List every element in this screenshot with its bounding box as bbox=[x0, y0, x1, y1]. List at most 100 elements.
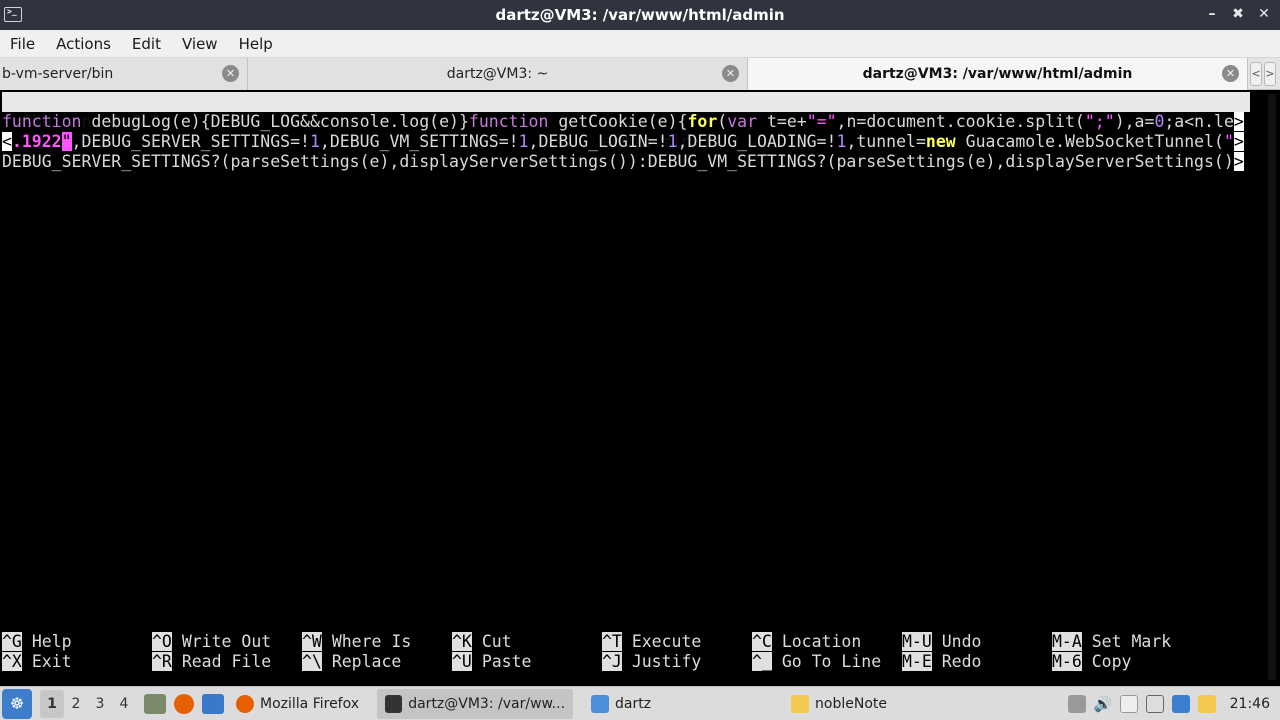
window-titlebar: >_ dartz@VM3: /var/www/html/admin – ✖ ✕ bbox=[0, 0, 1280, 30]
clipboard-icon[interactable] bbox=[1067, 694, 1086, 713]
menu-edit[interactable]: Edit bbox=[126, 35, 167, 53]
tab-home[interactable]: dartz@VM3: ~ ✕ bbox=[248, 58, 748, 90]
tab-close-icon[interactable]: ✕ bbox=[222, 65, 239, 82]
start-menu-icon[interactable]: ☸ bbox=[2, 688, 32, 719]
code-token: ,DEBUG_LOGIN=! bbox=[528, 132, 668, 151]
shortcut-set-mark[interactable]: M-A Set Mark bbox=[1052, 632, 1171, 652]
shortcut-write-out[interactable]: ^O Write Out bbox=[152, 632, 271, 652]
nano-shortcut-bar: ^G Help ^X Exit ^O Write Out ^R Read Fil… bbox=[0, 632, 1280, 676]
task-label: dartz@VM3: /var/ww... bbox=[408, 695, 566, 712]
code-token: "=" bbox=[806, 112, 837, 131]
shortcut-key: M-E bbox=[902, 652, 932, 671]
volume-icon[interactable]: 🔊 bbox=[1094, 695, 1113, 713]
shortcut-read-file[interactable]: ^R Read File bbox=[152, 652, 271, 672]
tab-server-bin[interactable]: b-vm-server/bin ✕ bbox=[0, 58, 248, 90]
desktop-launcher-icon[interactable] bbox=[202, 693, 224, 714]
menu-file[interactable]: File bbox=[4, 35, 41, 53]
shortcut-key: ^T bbox=[602, 632, 622, 651]
shortcut-execute[interactable]: ^T Execute bbox=[602, 632, 701, 652]
shortcut-copy[interactable]: M-6 Copy bbox=[1052, 652, 1132, 672]
shortcut-paste[interactable]: ^U Paste bbox=[452, 652, 531, 672]
firefox-launcher-icon[interactable] bbox=[174, 693, 194, 714]
tab-bar: b-vm-server/bin ✕ dartz@VM3: ~ ✕ dartz@V… bbox=[0, 58, 1280, 90]
firefox-icon bbox=[236, 694, 254, 713]
workspace-1[interactable]: 1 bbox=[40, 689, 64, 718]
shortcut-label: Execute bbox=[631, 632, 702, 651]
code-token: 1 bbox=[309, 132, 320, 151]
text-cursor: " bbox=[61, 132, 72, 151]
shortcut-label: Paste bbox=[481, 652, 532, 671]
code-token: t=e+ bbox=[757, 112, 807, 131]
code-token: for bbox=[687, 112, 718, 131]
menu-help[interactable]: Help bbox=[233, 35, 279, 53]
tab-close-icon[interactable]: ✕ bbox=[1222, 65, 1239, 82]
shortcut-key: ^_ bbox=[752, 652, 772, 671]
shortcut-label: Cut bbox=[481, 632, 512, 651]
line-overflow-marker: > bbox=[1233, 152, 1244, 171]
line-overflow-marker: < bbox=[2, 132, 12, 151]
code-token: ";" bbox=[1084, 112, 1115, 131]
tab-scroll-left-button[interactable]: < bbox=[1250, 62, 1262, 86]
shortcut-cut[interactable]: ^K Cut bbox=[452, 632, 512, 652]
shortcut-where-is[interactable]: ^W Where Is bbox=[302, 632, 411, 652]
shortcut-label: Justify bbox=[631, 652, 702, 671]
tab-label: dartz@VM3: /var/www/html/admin bbox=[862, 66, 1133, 82]
tab-scroll-right-button[interactable]: > bbox=[1264, 62, 1276, 86]
shortcut-label: Undo bbox=[941, 632, 982, 651]
code-token: debugLog(e){DEBUG_LOG&&console.log(e)} bbox=[81, 112, 469, 131]
shortcut-label: Set Mark bbox=[1091, 632, 1172, 651]
menu-view[interactable]: View bbox=[176, 35, 224, 53]
clock[interactable]: 21:46 bbox=[1230, 696, 1270, 712]
minimize-button[interactable]: – bbox=[1204, 6, 1220, 22]
note-icon bbox=[791, 694, 810, 713]
shortcut-exit[interactable]: ^X Exit bbox=[2, 652, 72, 672]
shortcut-location[interactable]: ^C Location bbox=[752, 632, 861, 652]
code-token: 1 bbox=[518, 132, 529, 151]
tab-admin[interactable]: dartz@VM3: /var/www/html/admin ✕ bbox=[748, 58, 1248, 90]
task-label: nobleNote bbox=[815, 695, 887, 712]
workspace-2[interactable]: 2 bbox=[64, 696, 88, 712]
terminal-app-icon: >_ bbox=[4, 7, 22, 22]
display-icon[interactable] bbox=[1145, 694, 1164, 713]
task-noblenote[interactable]: nobleNote bbox=[783, 689, 895, 719]
window-controls: – ✖ ✕ bbox=[1204, 6, 1272, 22]
shortcut-key: ^W bbox=[302, 632, 322, 651]
shortcut-label: Copy bbox=[1091, 652, 1132, 671]
code-token: function bbox=[468, 112, 549, 131]
shortcut-justify[interactable]: ^J Justify bbox=[602, 652, 701, 672]
code-token: var bbox=[727, 112, 758, 131]
update-icon[interactable] bbox=[1171, 694, 1190, 713]
shortcut-go-to-line[interactable]: ^_ Go To Line bbox=[752, 652, 881, 672]
task-terminal[interactable]: dartz@VM3: /var/ww... bbox=[377, 688, 574, 719]
tab-close-icon[interactable]: ✕ bbox=[722, 65, 739, 82]
workspace-4[interactable]: 4 bbox=[112, 696, 136, 712]
shortcut-key: ^C bbox=[752, 632, 772, 651]
workspace-3[interactable]: 3 bbox=[88, 696, 112, 712]
system-tray: 🔊 21:46 bbox=[1067, 694, 1280, 713]
noblenote-tray-icon[interactable] bbox=[1197, 694, 1216, 713]
terminal-scrollbar[interactable] bbox=[1268, 94, 1276, 680]
shortcut-help[interactable]: ^G Help bbox=[2, 632, 72, 652]
file-manager-launcher-icon[interactable] bbox=[144, 693, 166, 714]
shortcut-redo[interactable]: M-E Redo bbox=[902, 652, 982, 672]
shortcut-key: ^\ bbox=[302, 652, 322, 671]
maximize-button[interactable]: ✖ bbox=[1230, 6, 1246, 22]
shortcut-label: Redo bbox=[941, 652, 982, 671]
shortcut-undo[interactable]: M-U Undo bbox=[902, 632, 982, 652]
task-firefox[interactable]: Mozilla Firefox bbox=[228, 689, 367, 719]
code-token: ;a<n.le bbox=[1164, 112, 1234, 131]
task-file-manager[interactable]: dartz bbox=[583, 689, 773, 719]
shortcut-label: Go To Line bbox=[781, 652, 882, 671]
shortcut-label: Help bbox=[31, 632, 72, 651]
shortcut-key: ^G bbox=[2, 632, 22, 651]
terminal-icon bbox=[385, 694, 403, 713]
shortcut-replace[interactable]: ^\ Replace bbox=[302, 652, 401, 672]
menu-actions[interactable]: Actions bbox=[50, 35, 117, 53]
shortcut-label: Exit bbox=[31, 652, 72, 671]
code-token: ,DEBUG_VM_SETTINGS=! bbox=[319, 132, 519, 151]
code-line-3: DEBUG_SERVER_SETTINGS?(parseSettings(e),… bbox=[2, 152, 1252, 172]
close-button[interactable]: ✕ bbox=[1256, 6, 1272, 22]
terminal-area[interactable]: GNU nano 5.6.1 admin.min.js * function d… bbox=[0, 90, 1280, 686]
notes-tray-icon[interactable] bbox=[1119, 694, 1138, 713]
task-label: dartz bbox=[615, 695, 652, 712]
